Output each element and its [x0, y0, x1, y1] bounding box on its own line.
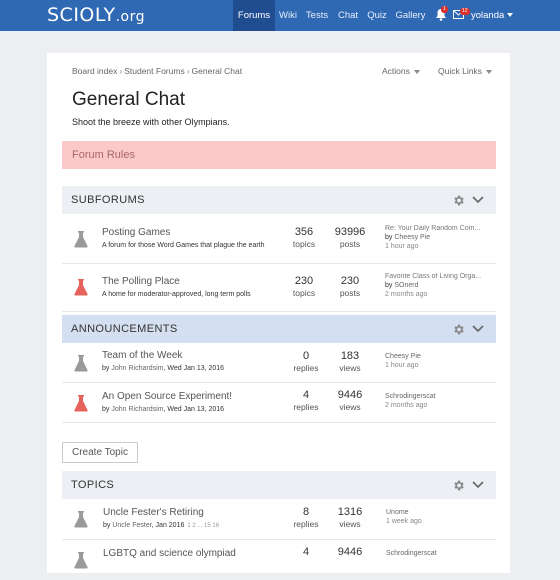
topic-title[interactable]: LGBTQ and science olympiad	[103, 548, 236, 559]
nav-wiki[interactable]: Wiki	[277, 0, 299, 31]
gear-icon[interactable]	[452, 194, 465, 207]
last-post-title[interactable]: Favorite Class of Living Orga...	[385, 273, 495, 280]
flask-icon	[74, 511, 88, 528]
last-post-time: 1 hour ago	[385, 362, 419, 369]
announcement-title[interactable]: Team of the Week	[102, 350, 182, 361]
views-count: 1316 views	[337, 506, 363, 529]
announcement-meta: by John Richardsim, Wed Jan 13, 2016	[102, 365, 225, 372]
flask-icon	[74, 279, 88, 296]
last-post-time: 2 months ago	[385, 291, 428, 298]
author-link[interactable]: John Richardsim	[111, 406, 163, 413]
nav-forums[interactable]: Forums	[233, 0, 275, 31]
posts-count: 93996 posts	[334, 226, 366, 249]
page-description: Shoot the breeze with other Olympians.	[72, 117, 230, 127]
replies-count: 8 replies	[293, 506, 319, 529]
quick-links-menu[interactable]: Quick Links	[438, 66, 492, 76]
last-post[interactable]: Schrodingerscat	[386, 550, 496, 557]
chevron-down-icon[interactable]	[472, 324, 484, 334]
last-post-user[interactable]: Cheesy Pie	[385, 353, 495, 360]
announcements-header: ANNOUNCEMENTS	[62, 315, 496, 343]
last-post-user[interactable]: SOnerd	[394, 282, 418, 289]
section-title: SUBFORUMS	[71, 194, 145, 206]
chevron-down-icon	[507, 13, 514, 18]
flask-icon	[74, 395, 88, 412]
nav-tests[interactable]: Tests	[304, 0, 330, 31]
views-count: 9446 views	[337, 389, 363, 412]
breadcrumb-separator: ›	[119, 66, 123, 76]
announcement-meta: by John Richardsim, Wed Jan 13, 2016	[102, 406, 225, 413]
subforums-header: SUBFORUMS	[62, 186, 496, 214]
last-post-user[interactable]: Schrodingerscat	[386, 550, 496, 557]
announcement-row[interactable]: An Open Source Experiment! by John Richa…	[62, 383, 496, 423]
section-title: TOPICS	[71, 479, 115, 491]
announcement-title[interactable]: An Open Source Experiment!	[102, 391, 232, 402]
topics-count: 230 topics	[292, 275, 316, 298]
last-post-time: 1 hour ago	[385, 243, 419, 250]
topic-meta: by Uncle Fester, Jan 2016 1 2 ... 15 16	[103, 522, 220, 529]
views-count: 183 views	[339, 350, 361, 373]
subforum-row[interactable]: Posting Games A forum for those Word Gam…	[62, 216, 496, 264]
last-post[interactable]: Cheesy Pie 1 hour ago	[385, 353, 495, 369]
last-post-time: 2 months ago	[385, 402, 428, 409]
subforum-row[interactable]: The Polling Place A home for moderator-a…	[62, 264, 496, 312]
create-topic-button[interactable]: Create Topic	[62, 442, 138, 463]
site-logo[interactable]: SCIOLY.org	[47, 4, 145, 26]
nav-quiz[interactable]: Quiz	[366, 0, 388, 31]
last-post[interactable]: Unome 1 week ago	[386, 509, 496, 525]
actions-menu[interactable]: Actions	[382, 66, 420, 76]
breadcrumb-general-chat[interactable]: General Chat	[192, 66, 243, 76]
notification-badge: 1	[441, 6, 448, 13]
chevron-down-icon	[413, 69, 420, 74]
top-navbar: SCIOLY.org Forums Wiki Tests Chat Quiz G…	[0, 0, 560, 31]
topic-row[interactable]: Uncle Fester's Retiring by Uncle Fester,…	[62, 499, 496, 540]
posts-count: 230 posts	[339, 275, 361, 298]
replies-count: 4	[302, 546, 310, 558]
breadcrumb: Board index › Student Forums › General Chat	[72, 66, 242, 76]
breadcrumb-student-forums[interactable]: Student Forums	[124, 66, 184, 76]
chevron-down-icon[interactable]	[472, 480, 484, 490]
replies-count: 4 replies	[293, 389, 319, 412]
last-post-title[interactable]: Re: Your Daily Random Com...	[385, 225, 495, 232]
chevron-down-icon[interactable]	[472, 195, 484, 205]
chevron-down-icon	[485, 69, 492, 74]
views-count: 9446	[337, 546, 363, 558]
nav-chat[interactable]: Chat	[336, 0, 360, 31]
replies-count: 0 replies	[293, 350, 319, 373]
author-link[interactable]: John Richardsim	[111, 365, 163, 372]
user-menu[interactable]: yolanda	[471, 0, 514, 31]
last-post[interactable]: Schrodingerscat 2 months ago	[385, 393, 495, 409]
last-post-user[interactable]: Unome	[386, 509, 496, 516]
section-title: ANNOUNCEMENTS	[71, 323, 178, 335]
topics-header: TOPICS	[62, 471, 496, 499]
gear-icon[interactable]	[452, 479, 465, 492]
page-title: General Chat	[72, 89, 186, 110]
subforum-title[interactable]: Posting Games	[102, 227, 170, 238]
last-post[interactable]: Favorite Class of Living Orga... by SOne…	[385, 273, 495, 298]
author-link[interactable]: Uncle Fester	[112, 522, 151, 529]
breadcrumb-separator: ›	[186, 66, 190, 76]
last-post-user[interactable]: Schrodingerscat	[385, 393, 495, 400]
last-post-time: 1 week ago	[386, 518, 422, 525]
flask-icon	[74, 552, 88, 569]
main-panel: Board index › Student Forums › General Chat …	[47, 53, 510, 573]
flask-icon	[74, 231, 88, 248]
flask-icon	[74, 355, 88, 372]
subforum-title[interactable]: The Polling Place	[102, 276, 180, 287]
topic-title[interactable]: Uncle Fester's Retiring	[103, 507, 204, 518]
last-post-user[interactable]: Cheesy Pie	[394, 234, 430, 241]
topic-pagination[interactable]: 1 2 ... 15 16	[187, 523, 219, 529]
announcement-row[interactable]: Team of the Week by John Richardsim, Wed…	[62, 343, 496, 383]
breadcrumb-board-index[interactable]: Board index	[72, 66, 117, 76]
forum-rules-banner[interactable]: Forum Rules	[62, 141, 496, 169]
mail-badge: 12	[460, 8, 470, 15]
topics-count: 356 topics	[292, 226, 316, 249]
nav-gallery[interactable]: Gallery	[394, 0, 427, 31]
subforum-description: A home for moderator-approved, long term…	[102, 291, 251, 298]
gear-icon[interactable]	[452, 323, 465, 336]
subforum-description: A forum for those Word Games that plague…	[102, 242, 265, 249]
last-post[interactable]: Re: Your Daily Random Com... by Cheesy P…	[385, 225, 495, 250]
topic-row[interactable]: LGBTQ and science olympiad 4 9446 Schrod…	[62, 540, 496, 580]
